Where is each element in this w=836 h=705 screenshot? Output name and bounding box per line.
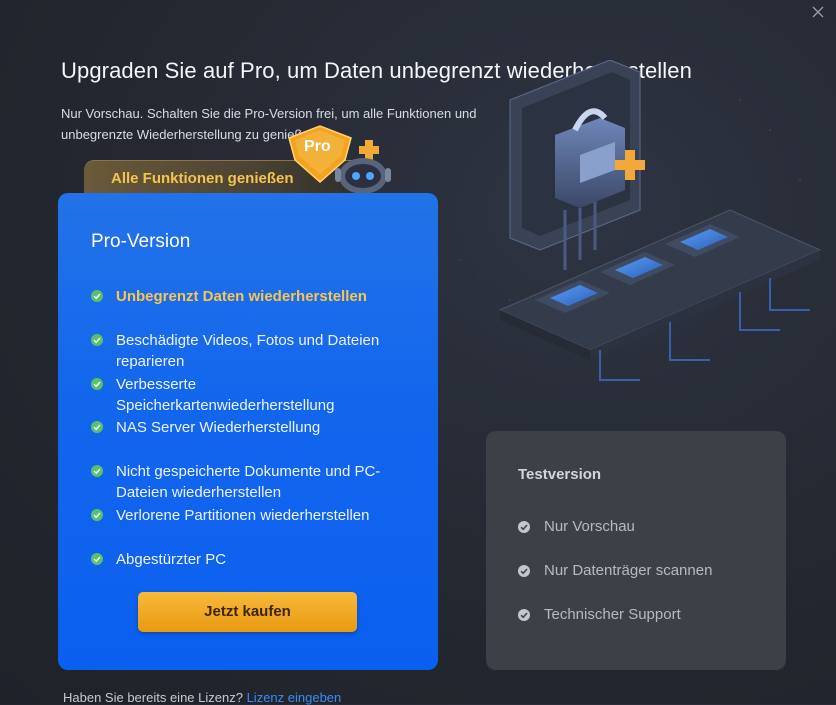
trial-feature-label: Technischer Support bbox=[544, 606, 681, 623]
check-circle-icon bbox=[91, 553, 103, 565]
pro-feature-label: NAS Server Wiederherstellung bbox=[116, 419, 321, 436]
pro-feature-item: Abgestürzter PC bbox=[91, 549, 416, 570]
data-recovery-illustration bbox=[440, 59, 836, 400]
all-features-label: Alle Funktionen genießen bbox=[111, 170, 294, 187]
pro-feature-label: Abgestürzter PC bbox=[116, 551, 227, 568]
check-circle-icon bbox=[518, 608, 530, 621]
check-circle-icon bbox=[91, 290, 103, 302]
check-circle-icon bbox=[91, 465, 103, 477]
robot-mascot-icon bbox=[333, 138, 403, 198]
trial-feature-item: Technischer Support bbox=[518, 606, 681, 623]
pro-feature-label: Beschädigte Videos, Fotos und Dateien re… bbox=[116, 332, 380, 370]
pro-feature-item: Verbesserte Speicherkartenwiederherstell… bbox=[91, 374, 356, 416]
check-circle-icon bbox=[91, 334, 103, 346]
pro-feature-label: Verlorene Partitionen wiederherstellen bbox=[116, 507, 370, 524]
close-button[interactable] bbox=[810, 4, 826, 20]
pro-feature-item: NAS Server Wiederherstellung bbox=[91, 417, 416, 438]
trial-version-title: Testversion bbox=[518, 466, 602, 483]
pro-version-title: Pro-Version bbox=[91, 231, 191, 252]
check-circle-icon bbox=[518, 520, 530, 533]
check-circle-icon bbox=[518, 564, 530, 577]
trial-feature-item: Nur Vorschau bbox=[518, 518, 635, 535]
enter-license-link[interactable]: Lizenz eingeben bbox=[247, 690, 342, 705]
pro-feature-label: Verbesserte Speicherkartenwiederherstell… bbox=[116, 376, 335, 414]
license-prompt: Haben Sie bereits eine Lizenz? Lizenz ei… bbox=[63, 690, 341, 705]
pro-feature-label: Nicht gespeicherte Dokumente und PC-Date… bbox=[116, 463, 381, 501]
check-circle-icon bbox=[91, 509, 103, 521]
trial-version-card: Testversion Nur Vorschau Nur Datenträger… bbox=[486, 431, 786, 670]
buy-now-button[interactable]: Jetzt kaufen bbox=[138, 592, 357, 632]
trial-feature-label: Nur Vorschau bbox=[544, 518, 635, 535]
pro-feature-item: Verlorene Partitionen wiederherstellen bbox=[91, 505, 416, 526]
pro-feature-label: Unbegrenzt Daten wiederherstellen bbox=[116, 288, 367, 305]
pro-feature-item: Unbegrenzt Daten wiederherstellen bbox=[91, 286, 416, 307]
pro-feature-item: Nicht gespeicherte Dokumente und PC-Date… bbox=[91, 461, 401, 503]
license-question: Haben Sie bereits eine Lizenz? bbox=[63, 690, 243, 705]
check-circle-icon bbox=[91, 378, 103, 390]
pro-version-card: Pro-Version Unbegrenzt Daten wiederherst… bbox=[58, 193, 438, 670]
pro-badge-label: Pro bbox=[304, 138, 331, 155]
pro-feature-item: Beschädigte Videos, Fotos und Dateien re… bbox=[91, 330, 396, 372]
close-icon bbox=[812, 6, 824, 18]
trial-feature-label: Nur Datenträger scannen bbox=[544, 562, 713, 579]
check-circle-icon bbox=[91, 421, 103, 433]
trial-feature-item: Nur Datenträger scannen bbox=[518, 562, 712, 579]
